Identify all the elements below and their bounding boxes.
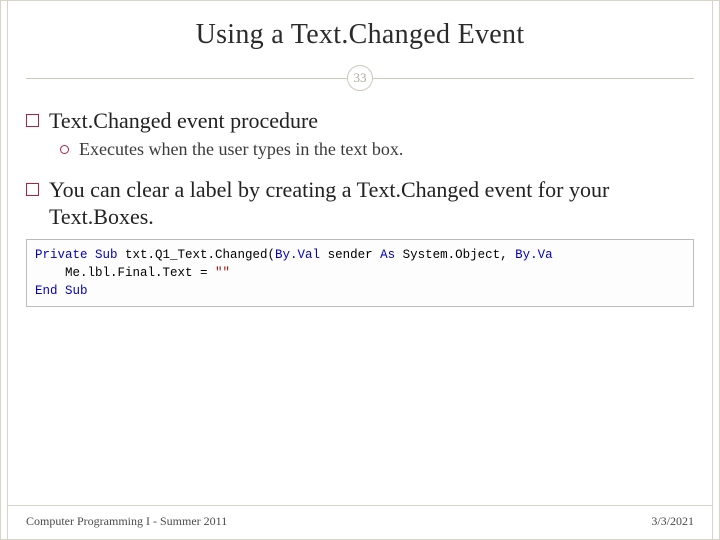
footer-left: Computer Programming I - Summer 2011 bbox=[26, 514, 227, 529]
code-keyword: As bbox=[380, 248, 395, 262]
code-text: System.Object, bbox=[395, 248, 515, 262]
bullet-1-sub-1-text: Executes when the user types in the text… bbox=[79, 139, 403, 160]
footer: Computer Programming I - Summer 2011 3/3… bbox=[8, 505, 712, 539]
page-number-badge: 33 bbox=[347, 65, 373, 91]
square-bullet-icon bbox=[26, 114, 39, 127]
code-text: sender bbox=[320, 248, 380, 262]
bullet-1: Text.Changed event procedure bbox=[26, 107, 694, 135]
code-keyword: By.Va bbox=[515, 248, 553, 262]
code-block: Private Sub txt.Q1_Text.Changed(By.Val s… bbox=[26, 239, 694, 307]
code-string: "" bbox=[215, 266, 230, 280]
title-rule: 33 bbox=[26, 65, 694, 91]
bullet-2: You can clear a label by creating a Text… bbox=[26, 176, 694, 231]
code-keyword: End Sub bbox=[35, 284, 88, 298]
slide-inner: Using a Text.Changed Event 33 Text.Chang… bbox=[7, 1, 713, 539]
slide: Using a Text.Changed Event 33 Text.Chang… bbox=[0, 0, 720, 540]
slide-title: Using a Text.Changed Event bbox=[26, 19, 694, 51]
code-text: Me.lbl.Final.Text = bbox=[65, 266, 215, 280]
code-keyword: By.Val bbox=[275, 248, 320, 262]
code-keyword: Private Sub bbox=[35, 248, 118, 262]
bullet-1-text: Text.Changed event procedure bbox=[49, 107, 318, 135]
square-bullet-icon bbox=[26, 183, 39, 196]
bullet-2-text: You can clear a label by creating a Text… bbox=[49, 176, 694, 231]
footer-right: 3/3/2021 bbox=[651, 514, 694, 529]
content-area: Text.Changed event procedure Executes wh… bbox=[26, 101, 694, 505]
code-text: txt.Q1_Text.Changed( bbox=[118, 248, 276, 262]
code-indent bbox=[35, 266, 65, 280]
bullet-1-sub-1: Executes when the user types in the text… bbox=[60, 139, 694, 160]
circle-bullet-icon bbox=[60, 145, 69, 154]
